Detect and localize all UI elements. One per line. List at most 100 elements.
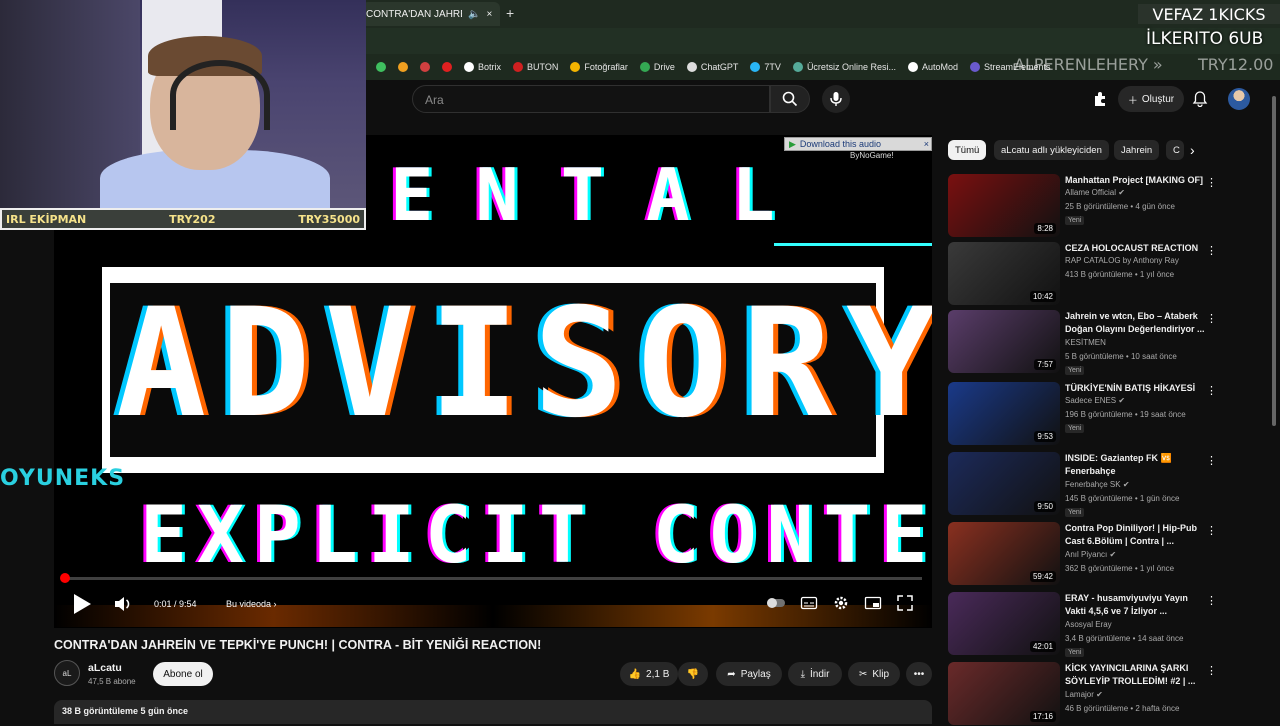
bookmark-item[interactable] xyxy=(376,62,386,72)
close-icon[interactable]: × xyxy=(924,139,931,149)
voice-search-button[interactable] xyxy=(822,85,850,113)
bookmark-item[interactable]: ChatGPT xyxy=(686,62,738,72)
related-video-item[interactable]: 42:01 ERAY - husamviyuviyu Yayın Vakti 4,… xyxy=(948,592,1218,657)
kebab-menu-icon[interactable]: ⋮ xyxy=(1206,384,1217,397)
related-channel[interactable]: KESİTMEN xyxy=(1065,338,1106,347)
progress-track[interactable] xyxy=(64,577,922,580)
dislike-button[interactable]: 👎 xyxy=(678,662,708,686)
scrollbar[interactable] xyxy=(1272,96,1276,426)
bookmark-item[interactable]: Ücretsiz Online Resi... xyxy=(792,62,896,72)
thumbs-down-icon: 👎 xyxy=(686,668,700,680)
related-video-item[interactable]: 17:16 KİCK YAYINCILARINA ŞARKI SÖYLEYİP T… xyxy=(948,662,1218,726)
sponsor-logo: OYUNEKS xyxy=(0,466,126,491)
related-video-item[interactable]: 9:50 INSIDE: Gaziantep FK 🆚 Fenerbahçe Fen… xyxy=(948,452,1218,517)
video-thumbnail[interactable]: 17:16 xyxy=(948,662,1060,725)
bookmark-item[interactable]: 7TV xyxy=(750,62,781,72)
channel-name[interactable]: aLcatu xyxy=(88,662,122,674)
related-video-item[interactable]: 8:28 Manhattan Project [MAKING OF] Allame … xyxy=(948,174,1218,238)
chapter-button[interactable]: Bu videoda › xyxy=(226,599,277,609)
bookmark-item[interactable] xyxy=(442,62,452,72)
miniplayer-icon[interactable] xyxy=(864,594,882,612)
create-button[interactable]: ＋ Oluştur xyxy=(1118,86,1184,112)
kebab-menu-icon[interactable]: ⋮ xyxy=(1206,312,1217,325)
bookmark-item[interactable]: Botrix xyxy=(464,62,501,72)
related-video-title[interactable]: ERAY - husamviyuviyu Yayın Vakti 4,5,6 v… xyxy=(1065,592,1205,618)
volume-icon[interactable] xyxy=(114,595,132,613)
video-thumbnail[interactable]: 8:28 xyxy=(948,174,1060,237)
related-channel[interactable]: Fenerbahçe SK ✔ xyxy=(1065,480,1130,489)
related-video-title[interactable]: KİCK YAYINCILARINA ŞARKI SÖYLEYİP TROLLE… xyxy=(1065,662,1205,688)
autoplay-toggle[interactable] xyxy=(766,594,785,612)
related-video-item[interactable]: 10:42 CEZA HOLOCAUST REACTION RAP CATALOG … xyxy=(948,242,1218,306)
chevron-right-icon[interactable]: › xyxy=(1190,142,1195,158)
fullscreen-icon[interactable] xyxy=(896,594,914,612)
video-thumbnail[interactable]: 10:42 xyxy=(948,242,1060,305)
related-channel[interactable]: Lamajor ✔ xyxy=(1065,690,1103,699)
browser-tab[interactable]: CONTRA'DAN JAHREİN VE 🔈 × xyxy=(362,2,500,26)
like-button[interactable]: 👍 2,1 B xyxy=(620,662,678,686)
bookmark-item[interactable]: BUTON xyxy=(513,62,558,72)
related-channel[interactable]: RAP CATALOG by Anthony Ray xyxy=(1065,256,1179,265)
video-thumbnail[interactable]: 42:01 xyxy=(948,592,1060,655)
tab-close-icon[interactable]: × xyxy=(486,9,492,20)
settings-gear-icon[interactable] xyxy=(832,594,850,612)
kebab-menu-icon[interactable]: ⋮ xyxy=(1206,244,1217,257)
bookmark-item[interactable]: Drive xyxy=(639,62,675,72)
related-video-title[interactable]: Manhattan Project [MAKING OF] xyxy=(1065,174,1205,187)
related-video-title[interactable]: INSIDE: Gaziantep FK 🆚 Fenerbahçe xyxy=(1065,452,1205,478)
drive-icon xyxy=(639,62,650,72)
kebab-menu-icon[interactable]: ⋮ xyxy=(1206,524,1217,537)
related-video-title[interactable]: Contra Pop Diniliyor! | Hip-Pub Cast 6.B… xyxy=(1065,522,1205,548)
play-icon[interactable] xyxy=(72,593,92,615)
download-audio-label: Download this audio xyxy=(799,139,881,149)
new-tab-button[interactable]: + xyxy=(506,5,514,21)
related-channel[interactable]: Sadece ENES ✔ xyxy=(1065,396,1125,405)
chip-more[interactable]: C xyxy=(1166,140,1184,160)
kebab-menu-icon[interactable]: ⋮ xyxy=(1206,594,1217,607)
video-thumbnail[interactable]: 59:42 xyxy=(948,522,1060,585)
related-video-item[interactable]: 7:57 Jahrein ve wtcn, Ebo – Ataberk Doğan… xyxy=(948,310,1218,375)
bookmark-item[interactable]: AutoMod xyxy=(907,62,958,72)
related-channel[interactable]: Anıl Piyancı ✔ xyxy=(1065,550,1116,559)
subtitles-icon[interactable] xyxy=(800,594,818,612)
clip-button[interactable]: ✂ Klip xyxy=(848,662,900,686)
kebab-menu-icon[interactable]: ⋮ xyxy=(1206,176,1217,189)
related-video-item[interactable]: 9:53 TÜRKİYE'NİN BATIŞ HİKAYESİ Sadece ENE… xyxy=(948,382,1218,446)
channel-avatar[interactable]: aL xyxy=(54,660,80,686)
download-button[interactable]: ⤓ İndir xyxy=(788,662,842,686)
account-avatar[interactable] xyxy=(1228,88,1250,110)
related-meta: 413 B görüntüleme • 1 yıl önce xyxy=(1065,270,1175,279)
description-box[interactable]: 38 B görüntüleme 5 gün önce xyxy=(54,700,932,724)
bookmark-item[interactable] xyxy=(398,62,408,72)
automod-icon xyxy=(907,62,918,72)
kebab-menu-icon[interactable]: ⋮ xyxy=(1206,664,1217,677)
download-audio-button[interactable]: ▶ Download this audio × xyxy=(784,137,932,151)
subscribe-button[interactable]: Abone ol xyxy=(153,662,213,686)
related-video-title[interactable]: CEZA HOLOCAUST REACTION xyxy=(1065,242,1205,255)
speaker-icon[interactable]: 🔈 xyxy=(468,9,480,20)
search-input[interactable]: Ara xyxy=(412,85,770,113)
share-icon: ➦ xyxy=(727,668,736,680)
related-video-item[interactable]: 59:42 Contra Pop Diniliyor! | Hip-Pub Cas… xyxy=(948,522,1218,586)
video-thumbnail[interactable]: 9:53 xyxy=(948,382,1060,445)
chip-jahrein[interactable]: Jahrein xyxy=(1114,140,1160,160)
related-video-title[interactable]: TÜRKİYE'NİN BATIŞ HİKAYESİ xyxy=(1065,382,1205,395)
chip-all[interactable]: Tümü xyxy=(948,140,987,160)
video-thumbnail[interactable]: 9:50 xyxy=(948,452,1060,515)
kebab-menu-icon[interactable]: ⋮ xyxy=(1206,454,1217,467)
notifications-button[interactable] xyxy=(1190,89,1210,109)
extension-button[interactable] xyxy=(1090,89,1110,109)
video-thumbnail[interactable]: 7:57 xyxy=(948,310,1060,373)
twitch-icon xyxy=(420,62,430,72)
progress-scrubber[interactable] xyxy=(60,573,70,583)
related-channel[interactable]: Asosyal Eray xyxy=(1065,620,1112,629)
share-button[interactable]: ➦ Paylaş xyxy=(716,662,782,686)
search-button[interactable] xyxy=(770,85,810,113)
video-duration: 42:01 xyxy=(1029,641,1056,652)
related-channel[interactable]: Allame Official ✔ xyxy=(1065,188,1125,197)
bookmark-item[interactable] xyxy=(420,62,430,72)
bookmark-item[interactable]: Fotoğraflar xyxy=(570,62,628,72)
related-video-title[interactable]: Jahrein ve wtcn, Ebo – Ataberk Doğan Ola… xyxy=(1065,310,1205,336)
chip-uploader[interactable]: aLcatu adlı yükleyiciden xyxy=(994,140,1109,160)
more-actions-button[interactable]: ••• xyxy=(906,662,932,686)
